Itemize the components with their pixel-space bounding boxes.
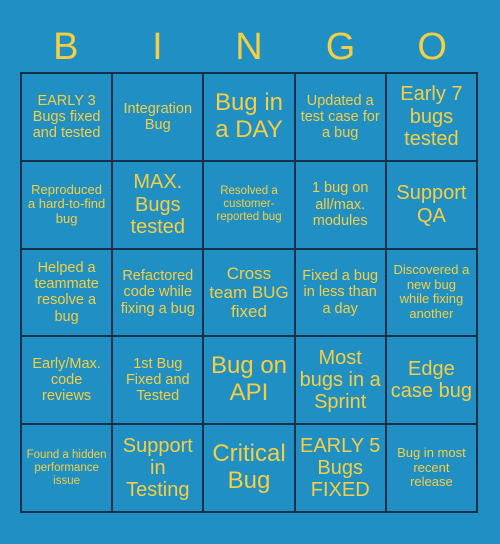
- bingo-cell-r1-c1[interactable]: EARLY 3 Bugs fixed and tested: [22, 74, 114, 162]
- bingo-cell-label: Early/Max. code reviews: [32, 355, 101, 405]
- bingo-cell-label: Edge case bug: [390, 357, 472, 403]
- bingo-cell-label: Updated a test case for a bug: [300, 92, 380, 142]
- bingo-cell-label: Bug in a DAY: [214, 89, 284, 143]
- bingo-header-row: BINGO: [20, 22, 478, 72]
- bingo-cell-label: Resolved a customer-reported bug: [216, 185, 282, 224]
- bingo-header-letter-b: B: [53, 26, 79, 68]
- bingo-cell-label: Fixed a bug in less than a day: [302, 268, 379, 317]
- bingo-cell-r3-c3[interactable]: Cross team BUG fixed: [204, 249, 296, 338]
- bingo-cell-label: Critical Bug: [212, 440, 286, 495]
- bingo-cell-label: 1st Bug Fixed and Tested: [125, 355, 190, 405]
- bingo-header-letter-i: I: [152, 26, 163, 68]
- bingo-cell-label: Refactored code while fixing a bug: [120, 268, 195, 317]
- bingo-cell-r3-c4[interactable]: Fixed a bug in less than a day: [295, 249, 387, 338]
- bingo-cell-r2-c5[interactable]: Support QA: [386, 161, 478, 250]
- bingo-cell-r4-c5[interactable]: Edge case bug: [386, 337, 478, 426]
- bingo-cell-r1-c4[interactable]: Updated a test case for a bug: [295, 74, 387, 162]
- bingo-cell-label: EARLY 3 Bugs fixed and tested: [32, 92, 101, 142]
- bingo-cell-r4-c2[interactable]: 1st Bug Fixed and Tested: [113, 337, 205, 426]
- bingo-cell-r5-c5[interactable]: Bug in most recent release: [386, 425, 478, 513]
- bingo-cell-label: MAX. Bugs tested: [130, 171, 186, 238]
- bingo-cell-label: Cross team BUG fixed: [209, 263, 289, 321]
- bingo-cell-r4-c3[interactable]: Bug on API: [204, 337, 296, 426]
- bingo-header-letter-n: N: [235, 26, 263, 68]
- bingo-cell-label: Discovered a new bug while fixing anothe…: [393, 262, 470, 322]
- bingo-cell-r3-c5[interactable]: Discovered a new bug while fixing anothe…: [386, 249, 478, 338]
- bingo-cell-label: Helped a teammate resolve a bug: [34, 260, 99, 325]
- bingo-cell-label: Bug on API: [210, 352, 288, 407]
- bingo-cell-r5-c1[interactable]: Found a hidden performance issue: [22, 425, 114, 513]
- bingo-cell-r2-c4[interactable]: 1 bug on all/max. modules: [295, 161, 387, 250]
- bingo-cell-r5-c2[interactable]: Support in Testing: [113, 425, 205, 513]
- bingo-cell-label: Bug in most recent release: [397, 445, 466, 490]
- bingo-cell-r4-c4[interactable]: Most bugs in a Sprint: [295, 337, 387, 426]
- bingo-cell-label: 1 bug on all/max. modules: [311, 180, 369, 229]
- bingo-cell-r4-c1[interactable]: Early/Max. code reviews: [22, 337, 114, 426]
- bingo-cell-label: Support in Testing: [122, 434, 193, 502]
- bingo-cell-r5-c3[interactable]: Critical Bug: [204, 425, 296, 513]
- bingo-cell-r3-c1[interactable]: Helped a teammate resolve a bug: [22, 249, 114, 338]
- bingo-grid: EARLY 3 Bugs fixed and tested Integration…: [20, 72, 478, 513]
- bingo-cell-label: Most bugs in a Sprint: [299, 346, 381, 414]
- bingo-cell-label: Found a hidden performance issue: [26, 448, 107, 487]
- bingo-header-letter-g: G: [325, 26, 356, 68]
- bingo-cell-label: Early 7 bugs tested: [400, 83, 463, 151]
- bingo-cell-r1-c5[interactable]: Early 7 bugs tested: [386, 74, 478, 162]
- bingo-cell-r2-c3[interactable]: Resolved a customer-reported bug: [204, 161, 296, 250]
- bingo-cell-label: Support QA: [396, 182, 467, 227]
- bingo-cell-r1-c2[interactable]: Integration Bug: [113, 74, 205, 162]
- bingo-cell-r5-c4[interactable]: EARLY 5 Bugs FIXED: [295, 425, 387, 513]
- bingo-header-letter-o: O: [417, 26, 447, 68]
- bingo-cell-r3-c2[interactable]: Refactored code while fixing a bug: [113, 249, 205, 338]
- bingo-cell-r2-c1[interactable]: Reproduced a hard-to-find bug: [22, 161, 114, 250]
- bingo-card: B I N G O EARLY 3 Bugs fixed and tested Integ…: [0, 0, 500, 544]
- bingo-cell-label: Integration Bug: [123, 100, 193, 133]
- bingo-cell-label: EARLY 5 Bugs FIXED: [299, 434, 381, 502]
- bingo-cell-r2-c2[interactable]: MAX. Bugs tested: [113, 161, 205, 250]
- bingo-cell-r1-c3[interactable]: Bug in a DAY: [204, 74, 296, 162]
- bingo-cell-label: Reproduced a hard-to-find bug: [27, 181, 106, 226]
